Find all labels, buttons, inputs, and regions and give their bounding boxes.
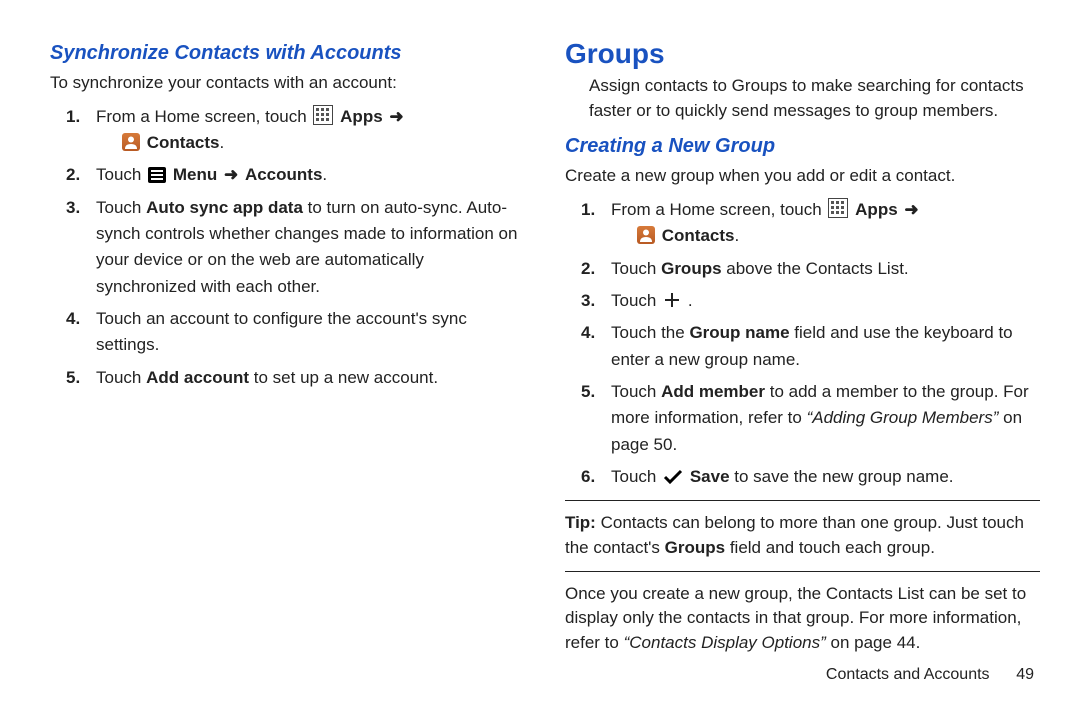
outro-paragraph: Once you create a new group, the Contact…	[565, 582, 1040, 656]
text: to save the new group name.	[730, 467, 954, 486]
groups-heading: Groups	[565, 38, 1040, 70]
text: Touch	[96, 165, 146, 184]
text: From a Home screen, touch	[96, 107, 311, 126]
text-bold: Add member	[661, 382, 765, 401]
text-ref: “Contacts Display Options”	[624, 633, 826, 652]
save-label: Save	[690, 467, 730, 486]
right-column: Groups Assign contacts to Groups to make…	[565, 30, 1040, 710]
arrow-icon: ➜	[222, 165, 240, 184]
create-step-1: From a Home screen, touch Apps ➜ Contact…	[593, 197, 1040, 250]
text-bold: Groups	[661, 259, 721, 278]
text-pagenum: 50	[654, 435, 673, 454]
text-ref: “Adding Group Members”	[807, 408, 999, 427]
sync-step-3: Touch Auto sync app data to turn on auto…	[78, 195, 525, 300]
text: Touch	[611, 259, 661, 278]
create-group-intro: Create a new group when you add or edit …	[565, 164, 1040, 189]
text: .	[734, 226, 739, 245]
accounts-label: Accounts	[245, 165, 322, 184]
text: to set up a new account.	[249, 368, 438, 387]
sync-steps: From a Home screen, touch Apps ➜ Contact…	[50, 104, 525, 391]
menu-label: Menu	[173, 165, 217, 184]
chapter-title: Contacts and Accounts	[826, 666, 990, 683]
text: .	[219, 133, 224, 152]
divider	[565, 571, 1040, 572]
plus-icon	[663, 291, 681, 309]
create-step-3: Touch .	[593, 288, 1040, 314]
text-bold: Group name	[689, 323, 789, 342]
text: Touch	[96, 368, 146, 387]
sync-heading: Synchronize Contacts with Accounts	[50, 42, 525, 65]
text: Touch	[611, 467, 661, 486]
text: .	[916, 633, 921, 652]
menu-icon	[148, 167, 166, 183]
sync-step-4: Touch an account to configure the accoun…	[78, 306, 525, 359]
create-step-5: Touch Add member to add a member to the …	[593, 379, 1040, 458]
text: field and touch each group.	[725, 538, 935, 557]
groups-intro: Assign contacts to Groups to make search…	[565, 74, 1040, 123]
left-column: Synchronize Contacts with Accounts To sy…	[50, 30, 525, 710]
contacts-icon	[122, 133, 140, 151]
sync-step-5: Touch Add account to set up a new accoun…	[78, 365, 525, 391]
create-group-heading: Creating a New Group	[565, 135, 1040, 158]
contacts-label: Contacts	[147, 133, 220, 152]
text-pagenum: 44	[897, 633, 916, 652]
text: .	[322, 165, 327, 184]
text: .	[672, 435, 677, 454]
text-bold: Add account	[146, 368, 249, 387]
create-group-steps: From a Home screen, touch Apps ➜ Contact…	[565, 197, 1040, 490]
check-icon	[663, 469, 683, 485]
text: above the Contacts List.	[722, 259, 909, 278]
text: on page	[826, 633, 897, 652]
text: .	[688, 291, 693, 310]
contacts-label: Contacts	[662, 226, 735, 245]
text-bold: Auto sync app data	[146, 198, 303, 217]
create-step-6: Touch Save to save the new group name.	[593, 464, 1040, 490]
tip-label: Tip:	[565, 513, 596, 532]
text-bold: Groups	[665, 538, 725, 557]
sync-step-1: From a Home screen, touch Apps ➜ Contact…	[78, 104, 525, 157]
text: Touch	[96, 198, 146, 217]
sync-intro: To synchronize your contacts with an acc…	[50, 71, 525, 96]
apps-label: Apps	[340, 107, 383, 126]
sync-step-2: Touch Menu ➜ Accounts.	[78, 162, 525, 188]
divider	[565, 500, 1040, 501]
text: From a Home screen, touch	[611, 200, 826, 219]
text: Touch	[611, 382, 661, 401]
contacts-icon	[637, 226, 655, 244]
apps-label: Apps	[855, 200, 898, 219]
page-number: 49	[994, 666, 1034, 684]
page-footer: Contacts and Accounts 49	[565, 666, 1040, 684]
manual-page: Synchronize Contacts with Accounts To sy…	[0, 0, 1080, 720]
create-step-4: Touch the Group name field and use the k…	[593, 320, 1040, 373]
arrow-icon: ➜	[387, 107, 405, 126]
text: Touch the	[611, 323, 689, 342]
arrow-icon: ➜	[902, 200, 920, 219]
apps-icon	[313, 105, 333, 125]
create-step-2: Touch Groups above the Contacts List.	[593, 256, 1040, 282]
apps-icon	[828, 198, 848, 218]
tip-paragraph: Tip: Contacts can belong to more than on…	[565, 511, 1040, 560]
text: Touch	[611, 291, 661, 310]
